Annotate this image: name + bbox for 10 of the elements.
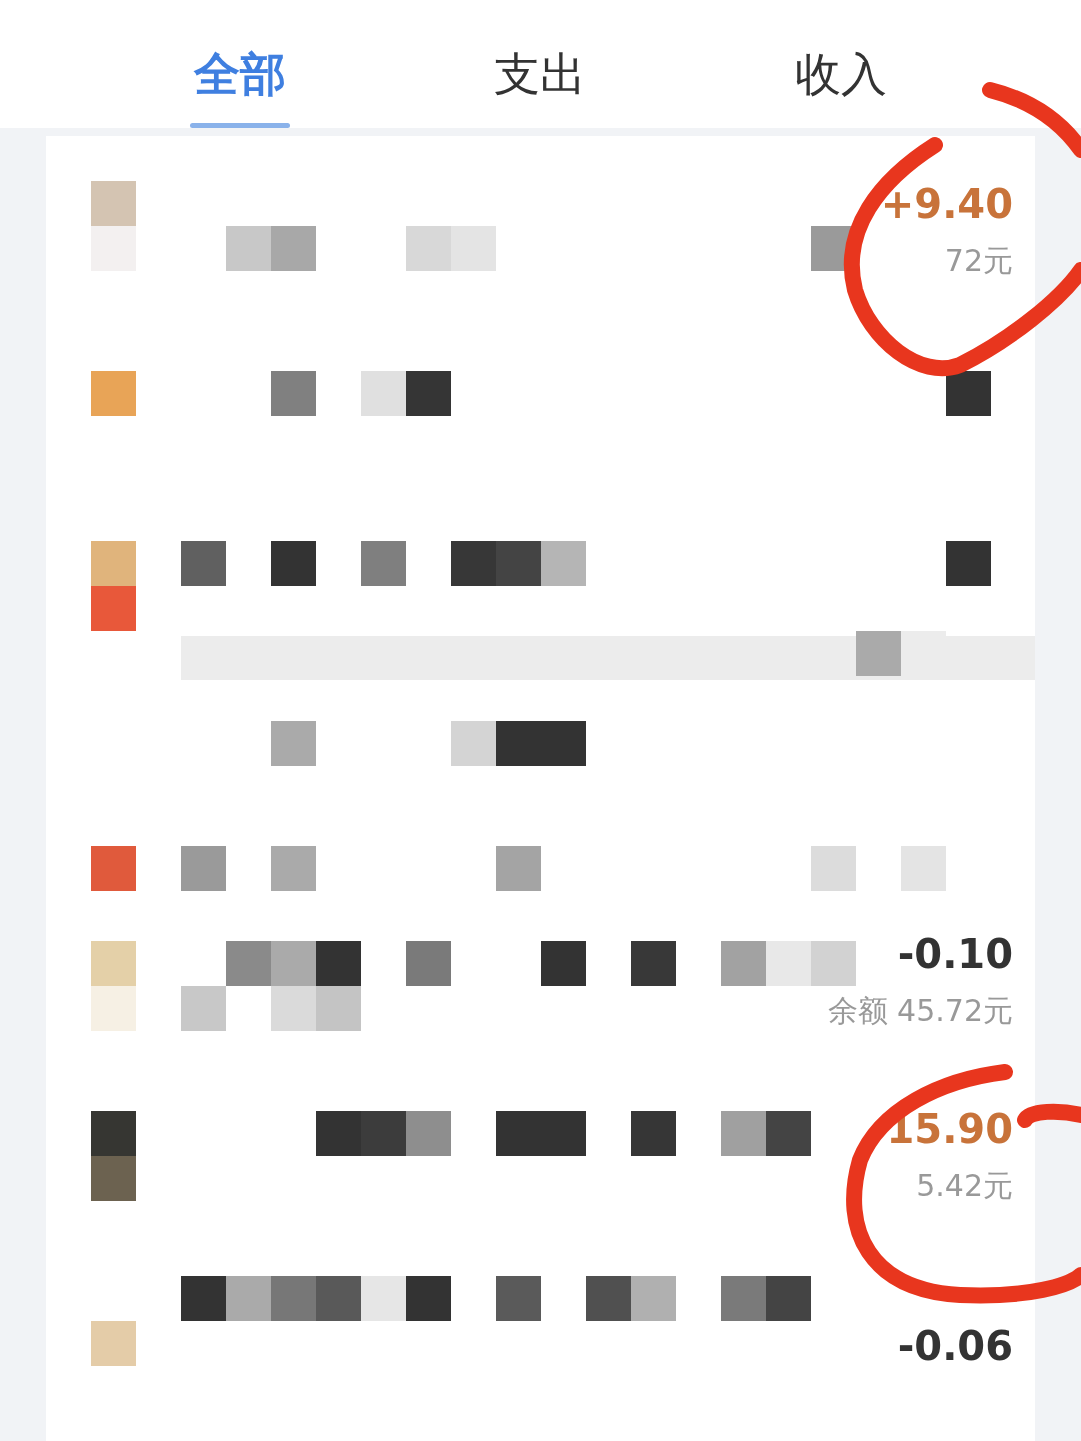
balance-text: 72元 bbox=[944, 241, 1013, 280]
balance-text: 余额 45.72元 bbox=[827, 991, 1013, 1030]
tab[interactable]: 全部 bbox=[190, 22, 291, 128]
tab[interactable]: 支出 bbox=[490, 22, 591, 128]
amount-text: +9.40 bbox=[880, 180, 1013, 227]
amount-text: 15.90 bbox=[886, 1105, 1013, 1152]
amount-text: -0.06 bbox=[897, 1323, 1013, 1369]
balance-text: 5.42元 bbox=[916, 1166, 1013, 1205]
amount-text: -0.10 bbox=[897, 930, 1013, 977]
tab[interactable]: 收入 bbox=[790, 22, 891, 128]
